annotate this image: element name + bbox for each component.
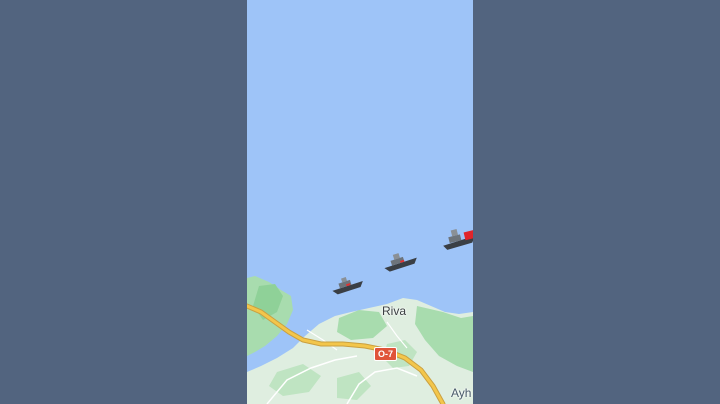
map-viewport[interactable]: Riva Ayh O-7 [247, 0, 473, 404]
road-shield-o7: O-7 [374, 347, 398, 361]
place-label-riva: Riva [382, 304, 407, 318]
map-base [247, 276, 473, 404]
warship-icon[interactable] [381, 248, 419, 274]
right-letterbox [473, 0, 720, 404]
left-letterbox [0, 0, 247, 404]
place-label-ayh: Ayh [451, 386, 472, 400]
warship-icon[interactable] [329, 272, 365, 296]
video-frame: Riva Ayh O-7 [0, 0, 720, 404]
warship-icon[interactable] [441, 224, 473, 254]
